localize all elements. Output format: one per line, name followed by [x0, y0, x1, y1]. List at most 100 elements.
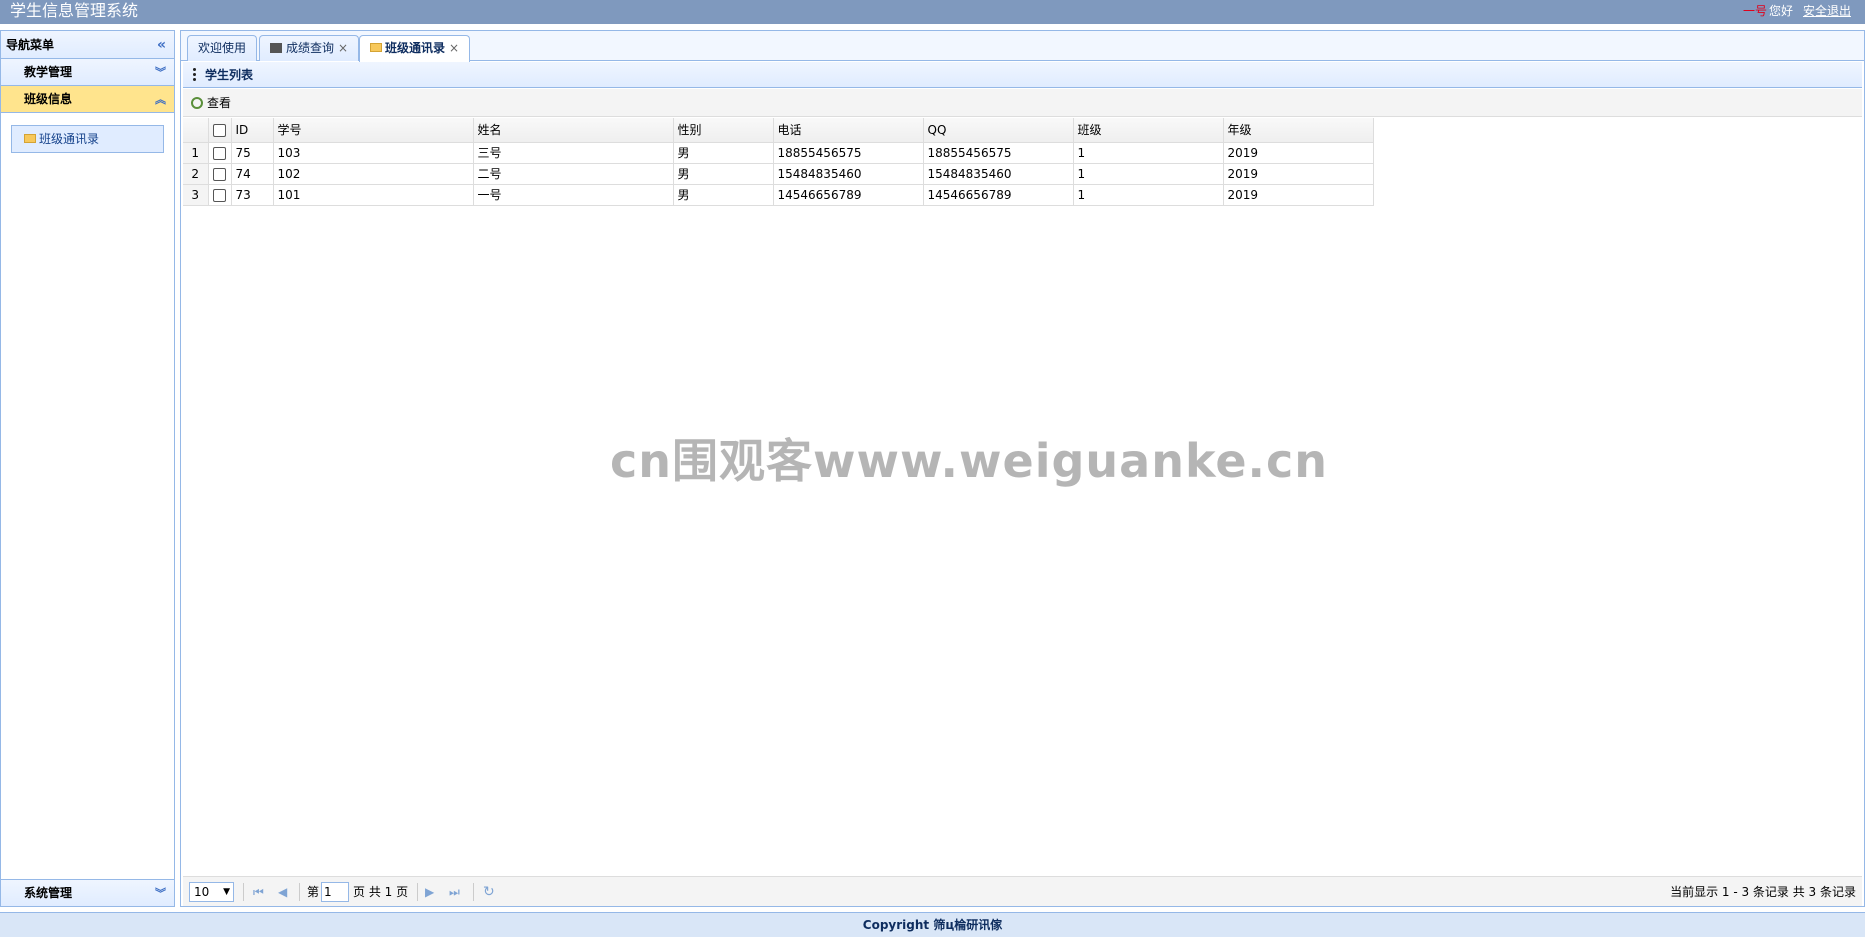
table-row[interactable]: 3 73 101 一号 男 14546656789 14546656789 1 … — [183, 184, 1374, 206]
double-chevron-left-icon[interactable]: « — [157, 31, 166, 59]
tab-class-contacts[interactable]: 班级通讯录 × — [359, 35, 471, 62]
column-header[interactable]: ID — [231, 118, 274, 143]
refresh-icon[interactable]: ↻ — [483, 877, 495, 907]
cell-name: 一号 — [473, 184, 674, 206]
footer: Copyright 筛ц棆研讯傢 — [0, 912, 1865, 937]
double-chevron-up-icon[interactable]: ︽ — [155, 86, 166, 113]
cell-student-no: 103 — [273, 142, 474, 164]
cell-class: 1 — [1073, 184, 1224, 206]
table-row[interactable]: 1 75 103 三号 男 18855456575 18855456575 1 … — [183, 142, 1374, 164]
next-page-icon[interactable]: ▶ — [425, 877, 434, 907]
user-area: 一号 您好 安全退出 — [1743, 3, 1851, 19]
table-row[interactable]: 2 74 102 二号 男 15484835460 15484835460 1 … — [183, 163, 1374, 185]
row-checkbox-cell[interactable] — [208, 184, 232, 206]
rownum-header — [183, 118, 209, 143]
cell-class: 1 — [1073, 142, 1224, 164]
page-total: 页 共 1 页 — [353, 885, 409, 899]
tree-item-class-contacts[interactable]: 班级通讯录 — [11, 125, 164, 153]
view-button[interactable]: 查看 — [191, 96, 231, 110]
cell-id: 73 — [231, 184, 274, 206]
tab-label: 成绩查询 — [286, 41, 335, 55]
page-size-value: 10 — [194, 885, 210, 899]
tab-score-query[interactable]: 成绩查询 × — [259, 35, 360, 61]
pager-info: 当前显示 1 - 3 条记录 共 3 条记录 — [1670, 885, 1856, 899]
pager-separator — [243, 883, 244, 901]
pager-separator — [417, 883, 418, 901]
row-number: 1 — [183, 142, 209, 164]
column-header[interactable]: 年级 — [1223, 118, 1374, 143]
nav-section-teaching[interactable]: 教学管理 ︾ — [1, 59, 174, 86]
prev-page-icon[interactable]: ◀ — [278, 877, 287, 907]
cell-sex: 男 — [673, 142, 774, 164]
row-number: 3 — [183, 184, 209, 206]
nav-section-system[interactable]: 系统管理 ︾ — [1, 879, 174, 906]
page-size-select[interactable]: 10 ▼ — [189, 882, 234, 902]
tab-welcome[interactable]: 欢迎使用 — [187, 35, 258, 61]
column-header[interactable]: 班级 — [1073, 118, 1224, 143]
folder-icon — [370, 43, 382, 52]
cell-grade: 2019 — [1223, 184, 1374, 206]
checkbox[interactable] — [212, 188, 226, 202]
column-header[interactable]: 学号 — [273, 118, 474, 143]
cell-student-no: 102 — [273, 163, 474, 185]
pager-separator — [299, 883, 300, 901]
column-header[interactable]: 电话 — [773, 118, 924, 143]
cell-sex: 男 — [673, 163, 774, 185]
row-checkbox-cell[interactable] — [208, 142, 232, 164]
checkbox[interactable] — [212, 123, 226, 137]
checkbox[interactable] — [212, 146, 226, 160]
magnifier-icon — [191, 96, 203, 109]
cell-id: 74 — [231, 163, 274, 185]
user-name: 一号 — [1742, 4, 1767, 18]
table-header-row: ID 学号 姓名 性别 电话 QQ 班级 年级 — [183, 118, 1374, 143]
cell-sex: 男 — [673, 184, 774, 206]
tab-label: 欢迎使用 — [198, 41, 247, 55]
copyright-text: Copyright 筛ц棆研讯傢 — [862, 918, 1003, 932]
tab-label: 班级通讯录 — [385, 41, 446, 55]
nav-section-label: 教学管理 — [24, 65, 73, 79]
nav-section-body: 班级通讯录 — [1, 113, 174, 859]
nav-section-label: 系统管理 — [24, 886, 73, 900]
first-page-icon[interactable]: ⏮ — [253, 877, 264, 907]
page-number-input[interactable]: 1 — [321, 882, 349, 902]
grid-toolbar: 查看 — [183, 89, 1862, 117]
cell-id: 75 — [231, 142, 274, 164]
last-page-icon[interactable]: ⏭ — [449, 877, 460, 907]
column-header[interactable]: 性别 — [673, 118, 774, 143]
grid-icon — [270, 42, 282, 53]
cell-name: 三号 — [473, 142, 674, 164]
vertical-dots-icon — [193, 68, 196, 83]
page-prefix: 第 — [307, 885, 320, 899]
cell-name: 二号 — [473, 163, 674, 185]
nav-title: 导航菜单 — [6, 38, 55, 52]
cell-qq: 14546656789 — [923, 184, 1074, 206]
cell-student-no: 101 — [273, 184, 474, 206]
column-header[interactable]: 姓名 — [473, 118, 674, 143]
view-button-label: 查看 — [207, 96, 232, 110]
row-number: 2 — [183, 163, 209, 185]
watermark: cn围观客www.weiguanke.cn — [610, 434, 1329, 488]
top-bar: 学生信息管理系统 一号 您好 安全退出 — [0, 0, 1865, 24]
greeting: 您好 — [1768, 4, 1793, 18]
cell-grade: 2019 — [1223, 163, 1374, 185]
double-chevron-down-icon[interactable]: ︾ — [155, 59, 166, 86]
tree-item-label: 班级通讯录 — [39, 132, 100, 146]
folder-icon — [24, 134, 36, 143]
nav-section-class-info[interactable]: 班级信息 ︽ — [1, 86, 174, 113]
cell-grade: 2019 — [1223, 142, 1374, 164]
row-checkbox-cell[interactable] — [208, 163, 232, 185]
logout-link[interactable]: 安全退出 — [1803, 4, 1851, 18]
panel-header: 学生列表 — [183, 62, 1862, 88]
close-icon[interactable]: × — [338, 41, 348, 55]
column-header[interactable]: QQ — [923, 118, 1074, 143]
pager-separator — [473, 883, 474, 901]
pagination-bar: 10 ▼ ⏮ ◀ 第 1 页 共 1 页 ▶ ⏭ ↻ 当前显示 1 - 3 条记录… — [183, 876, 1862, 906]
close-icon[interactable]: × — [449, 41, 459, 55]
cell-phone: 14546656789 — [773, 184, 924, 206]
checkbox[interactable] — [212, 167, 226, 181]
select-all-checkbox-cell[interactable] — [208, 118, 232, 143]
double-chevron-down-icon[interactable]: ︾ — [155, 880, 166, 907]
nav-section-label: 班级信息 — [24, 92, 73, 106]
cell-phone: 15484835460 — [773, 163, 924, 185]
nav-panel: 导航菜单 « 教学管理 ︾ 班级信息 ︽ 班级通讯录 系统管理 ︾ — [0, 30, 175, 907]
